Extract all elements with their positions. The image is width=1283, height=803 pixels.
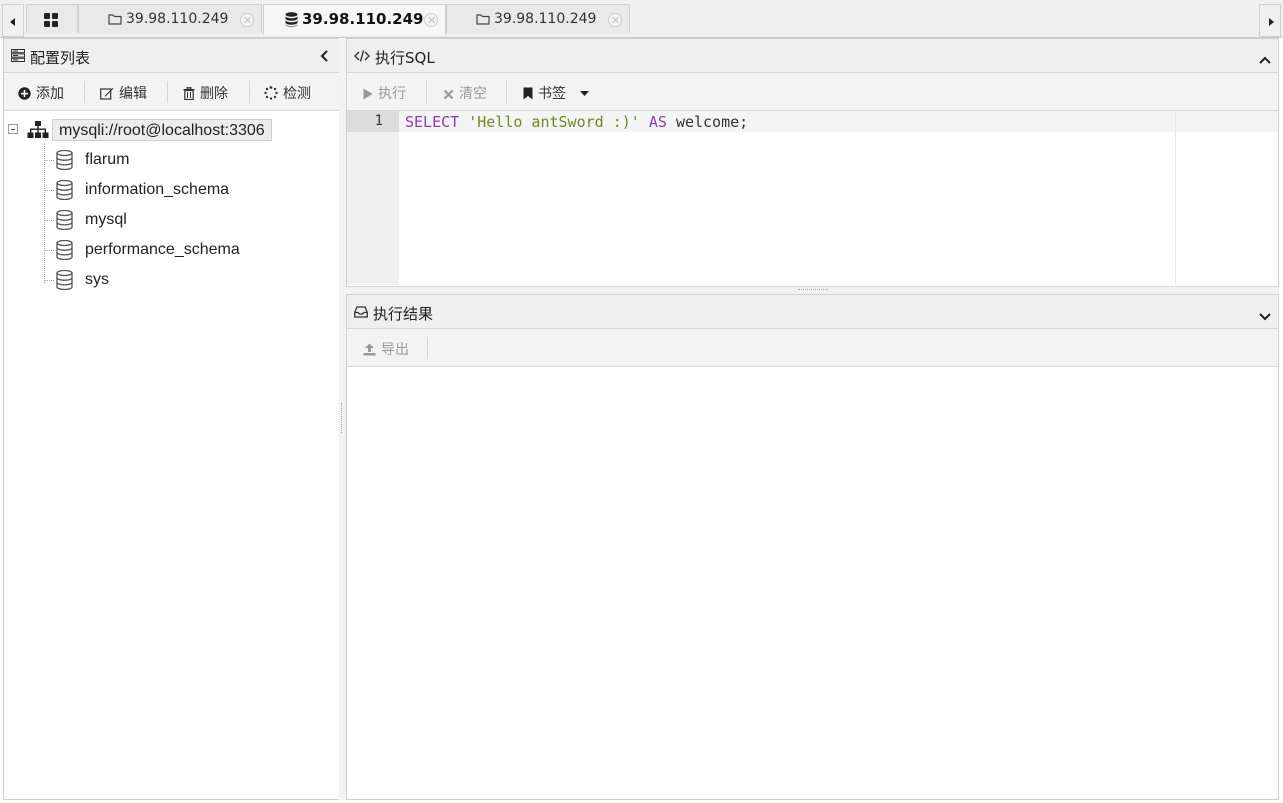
export-button[interactable]: 导出 bbox=[363, 339, 409, 360]
sql-toolbar: 执行 清空 书签 bbox=[347, 73, 1278, 111]
panel-header: 配置列表 bbox=[4, 39, 339, 73]
vertical-splitter[interactable] bbox=[339, 38, 346, 800]
tree-item-database[interactable]: information_schema bbox=[44, 176, 334, 206]
tree-item-database[interactable]: performance_schema bbox=[44, 236, 334, 266]
tab-close-icon[interactable] bbox=[608, 13, 622, 27]
line-number: 1 bbox=[374, 113, 383, 129]
tab-label: 39.98.110.249 bbox=[126, 11, 229, 27]
folder-icon bbox=[108, 13, 122, 29]
expand-chevron-down-icon[interactable] bbox=[1259, 309, 1271, 325]
connection-tree: mysqli://root@localhost:3306 flarum info… bbox=[4, 111, 339, 799]
database-icon bbox=[285, 12, 298, 31]
tree-item-database[interactable]: flarum bbox=[44, 146, 334, 176]
tab-close-icon[interactable] bbox=[240, 13, 254, 27]
tree-item-database[interactable]: mysql bbox=[44, 206, 334, 236]
collapse-chevron-left-icon[interactable] bbox=[320, 50, 328, 66]
database-icon bbox=[56, 179, 73, 204]
tab-database[interactable]: 39.98.110.249 bbox=[263, 4, 446, 35]
grid-icon bbox=[44, 13, 58, 31]
connection-root-node[interactable]: mysqli://root@localhost:3306 bbox=[52, 119, 272, 141]
play-icon bbox=[363, 88, 373, 104]
panel-header: 执行SQL bbox=[347, 39, 1278, 73]
sql-editor[interactable]: 1 SELECT 'Hello antSword :)' AS welcome; bbox=[347, 111, 1278, 285]
tab-label: 39.98.110.249 bbox=[302, 10, 424, 28]
inbox-icon bbox=[354, 306, 368, 322]
upload-icon bbox=[363, 343, 376, 360]
result-toolbar: 导出 bbox=[347, 329, 1278, 367]
tab-home[interactable] bbox=[26, 4, 78, 33]
tab-file-manager[interactable]: 39.98.110.249 bbox=[78, 4, 262, 33]
bookmark-dropdown[interactable]: 书签 bbox=[523, 83, 590, 104]
caret-down-icon bbox=[580, 84, 590, 100]
tab-file-manager-2[interactable]: 39.98.110.249 bbox=[446, 4, 630, 33]
sql-code-line: SELECT 'Hello antSword :)' AS welcome; bbox=[405, 113, 749, 131]
horizontal-splitter[interactable] bbox=[346, 286, 1279, 294]
config-list-panel: 配置列表 添加 编辑 删除 检测 mysqli://root@localhost… bbox=[3, 38, 340, 800]
spinner-icon bbox=[264, 86, 278, 104]
edit-button[interactable]: 编辑 bbox=[100, 83, 147, 104]
server-icon bbox=[11, 49, 25, 66]
close-icon bbox=[443, 88, 454, 104]
execute-button[interactable]: 执行 bbox=[363, 83, 406, 104]
code-icon bbox=[354, 50, 370, 66]
trash-icon bbox=[183, 86, 195, 104]
tree-item-database[interactable]: sys bbox=[44, 266, 334, 296]
bookmark-icon bbox=[523, 87, 533, 104]
delete-button[interactable]: 删除 bbox=[183, 83, 228, 104]
config-toolbar: 添加 编辑 删除 检测 bbox=[4, 73, 339, 111]
result-grid[interactable] bbox=[347, 368, 1278, 799]
tab-label: 39.98.110.249 bbox=[494, 11, 597, 27]
panel-header: 执行结果 bbox=[347, 295, 1278, 329]
edit-icon bbox=[100, 87, 114, 104]
tab-scroll-left-button[interactable] bbox=[2, 4, 24, 37]
database-icon bbox=[56, 209, 73, 234]
tab-scroll-right-button[interactable] bbox=[1259, 4, 1281, 37]
tree-collapse-toggle[interactable] bbox=[8, 124, 18, 134]
tab-bar: 39.98.110.249 39.98.110.249 39.98.110.24… bbox=[0, 0, 1283, 38]
panel-title: 执行结果 bbox=[373, 305, 434, 323]
add-button[interactable]: 添加 bbox=[18, 83, 64, 104]
folder-icon bbox=[476, 13, 490, 29]
editor-gutter bbox=[347, 111, 399, 285]
database-icon bbox=[56, 269, 73, 294]
sitemap-icon bbox=[27, 121, 49, 143]
plus-circle-icon bbox=[18, 87, 31, 104]
tab-close-icon[interactable] bbox=[424, 13, 438, 27]
database-icon bbox=[56, 149, 73, 174]
clear-button[interactable]: 清空 bbox=[443, 83, 487, 104]
test-button[interactable]: 检测 bbox=[264, 83, 311, 104]
panel-title: 执行SQL bbox=[375, 49, 435, 67]
execute-sql-panel: 执行SQL 执行 清空 书签 1 SELECT 'Hello antSword … bbox=[346, 38, 1279, 287]
collapse-chevron-up-icon[interactable] bbox=[1259, 52, 1271, 68]
database-icon bbox=[56, 239, 73, 264]
execute-result-panel: 执行结果 导出 bbox=[346, 294, 1279, 800]
panel-title: 配置列表 bbox=[30, 49, 91, 67]
